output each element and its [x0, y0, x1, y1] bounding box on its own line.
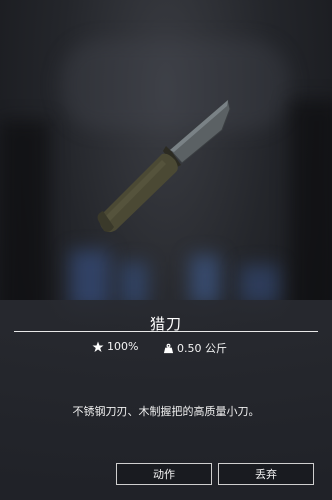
condition-value: 100%: [107, 340, 139, 353]
title-divider: [14, 331, 318, 332]
item-stats: 100% 0.50 公斤: [0, 338, 332, 358]
item-preview: [70, 80, 270, 260]
item-description: 不锈钢刀刃、木制握把的高质量小刀。: [72, 405, 260, 418]
star-icon: [92, 341, 104, 352]
weight-stat: 0.50 公斤: [163, 340, 227, 356]
hunting-knife-icon: [97, 99, 231, 233]
weight-value: 0.50 公斤: [177, 342, 227, 355]
condition-stat: 100%: [92, 340, 138, 353]
action-button[interactable]: 动作: [116, 463, 212, 485]
weight-icon: [163, 343, 174, 353]
drop-button[interactable]: 丢弃: [218, 463, 314, 485]
